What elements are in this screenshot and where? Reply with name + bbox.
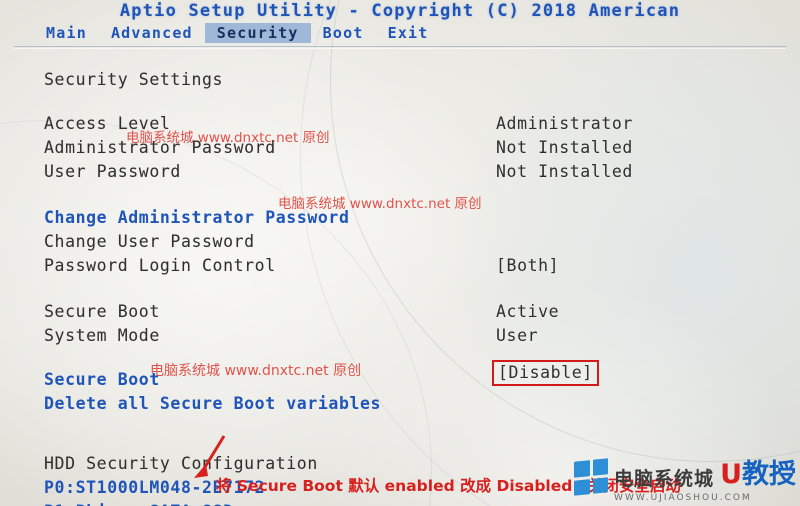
menu-item-main[interactable]: Main <box>34 23 99 43</box>
row-label-system-mode: System Mode <box>44 326 160 345</box>
page-title: Security Settings <box>44 70 224 89</box>
row-hdd-security-configuration: HDD Security Configuration <box>44 454 318 473</box>
row-delete-secure-boot-variables[interactable]: Delete all Secure Boot variables <box>44 394 381 413</box>
row-change-user-password[interactable]: Change User Password <box>44 232 255 251</box>
row-value-system-mode: User <box>496 326 539 345</box>
logo-brand-rest: 教授 <box>742 458 796 490</box>
settings-panel: Security Settings Access Level Administr… <box>0 50 800 506</box>
row-value-administrator-password: Not Installed <box>496 138 633 157</box>
menu-item-exit[interactable]: Exit <box>376 23 441 43</box>
row-label-secure-boot-option[interactable]: Secure Boot <box>44 370 160 389</box>
watermark-1: 电脑系统城 www.dnxtc.net 原创 <box>126 130 330 146</box>
annotation-arrow-icon <box>194 435 226 478</box>
row-label-user-password: User Password <box>44 162 181 181</box>
menu-item-boot[interactable]: Boot <box>311 23 376 43</box>
row-value-secure-boot-status: Active <box>496 302 560 321</box>
watermark-3: 电脑系统城 www.dnxtc.net 原创 <box>150 363 362 379</box>
row-label-password-login-control: Password Login Control <box>44 256 276 275</box>
logo-text-block: 电脑系统城 U教授 WWW.UJIAOSHOU.COM <box>614 452 796 503</box>
logo-url: WWW.UJIAOSHOU.COM <box>614 492 752 503</box>
watermark-2: 电脑系统城 www.dnxtc.net 原创 <box>278 196 482 212</box>
row-value-user-password: Not Installed <box>496 162 633 181</box>
site-logo: 电脑系统城 U教授 WWW.UJIAOSHOU.COM <box>574 450 796 504</box>
secure-boot-value-selected[interactable]: [Disable] <box>492 360 599 386</box>
menu-divider-highlight <box>14 48 786 49</box>
row-value-password-login-control[interactable]: [Both] <box>496 256 559 275</box>
menu-bar: Main Advanced Security Boot Exit <box>0 22 800 44</box>
row-label-secure-boot-status: Secure Boot <box>44 302 160 321</box>
menu-divider <box>14 46 786 47</box>
row-value-access-level: Administrator <box>496 114 633 133</box>
window-title: Aptio Setup Utility - Copyright (C) 2018… <box>119 1 681 21</box>
menu-item-security[interactable]: Security <box>204 23 311 43</box>
logo-brand-u: U <box>720 458 742 490</box>
menu-item-advanced[interactable]: Advanced <box>99 23 205 43</box>
windows-logo-icon <box>574 458 609 496</box>
logo-cn-text: 电脑系统城 <box>614 467 715 490</box>
row-hdd-p1[interactable]: P1:Phison SATA SSD <box>44 502 234 506</box>
bios-screen: Aptio Setup Utility - Copyright (C) 2018… <box>0 0 800 506</box>
logo-brand: U教授 <box>720 452 796 491</box>
